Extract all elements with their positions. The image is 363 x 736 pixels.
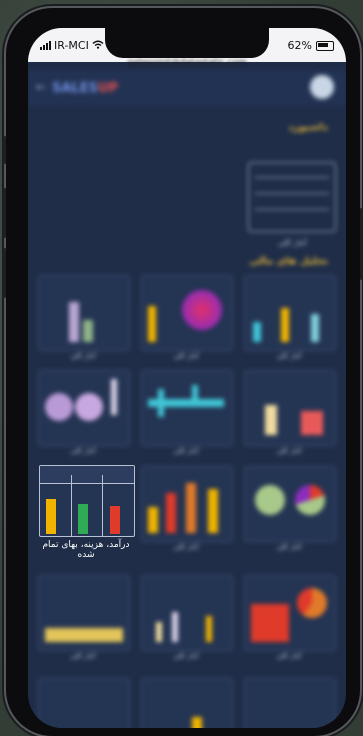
- battery-percent: 62%: [287, 39, 312, 52]
- chart-card[interactable]: [141, 466, 233, 542]
- featured-chart-card[interactable]: [39, 465, 135, 537]
- card-caption: آمار کلی: [276, 543, 302, 551]
- carrier-label: IR-MCI: [54, 39, 89, 52]
- phone-screen: IR-MCI 62% gatepoint@datastatic.com ← SA…: [28, 28, 346, 728]
- card-caption: آمار کلی: [70, 652, 96, 660]
- card-caption: آمار کلی: [173, 543, 199, 551]
- chart-card[interactable]: [141, 575, 233, 651]
- section-title-dashboard: داشبورد: [288, 122, 328, 133]
- battery-icon: [316, 40, 334, 51]
- section-title-financial: تحلیل های مالی: [249, 256, 328, 267]
- featured-bar-yellow: [46, 499, 56, 534]
- chart-card[interactable]: [244, 678, 336, 728]
- divider: [71, 475, 72, 536]
- chart-card[interactable]: [38, 370, 130, 446]
- card-caption: آمار کلی: [70, 352, 96, 360]
- featured-card-caption: درآمد، هزینه، بهای تمام شده: [42, 540, 130, 560]
- featured-bar-green: [78, 504, 88, 534]
- volume-down-button: [3, 248, 6, 298]
- chart-card[interactable]: [244, 370, 336, 446]
- wifi-icon: [92, 39, 104, 52]
- card-caption: آمار کلی: [276, 447, 302, 455]
- battery-group: 62%: [288, 39, 334, 52]
- chart-card[interactable]: [38, 575, 130, 651]
- card-caption: آمار کلی: [173, 447, 199, 455]
- chart-card[interactable]: [141, 275, 233, 351]
- chart-card[interactable]: [244, 575, 336, 651]
- dashboard-caption: آمار کلی: [278, 238, 307, 247]
- mute-switch: [3, 136, 6, 164]
- chart-card[interactable]: [244, 275, 336, 351]
- app-logo[interactable]: SALESUP: [52, 81, 118, 96]
- featured-bar-red: [110, 506, 120, 534]
- volume-up-button: [3, 188, 6, 238]
- url-text[interactable]: gatepoint@datastatic.com: [28, 58, 346, 68]
- notch: [105, 28, 269, 58]
- card-caption: آمار کلی: [173, 652, 199, 660]
- chart-card[interactable]: [141, 370, 233, 446]
- dashboard-widget[interactable]: [248, 162, 336, 232]
- carrier-group: IR-MCI: [40, 39, 104, 52]
- web-content: ← SALESUP داشبورد آمار کلی تحلیل های مال…: [28, 70, 346, 728]
- chart-card[interactable]: [141, 678, 233, 728]
- app-header: ← SALESUP: [28, 70, 346, 106]
- chart-card[interactable]: [38, 678, 130, 728]
- chart-card[interactable]: [38, 275, 130, 351]
- signal-icon: [40, 41, 51, 50]
- card-caption: آمار کلی: [70, 447, 96, 455]
- back-arrow-icon[interactable]: ←: [36, 80, 46, 94]
- card-caption: آمار کلی: [173, 352, 199, 360]
- phone-frame: IR-MCI 62% gatepoint@datastatic.com ← SA…: [3, 8, 363, 736]
- featured-card-subheader: [40, 475, 134, 484]
- card-caption: آمار کلی: [276, 352, 302, 360]
- divider: [102, 475, 103, 536]
- user-avatar-icon[interactable]: [310, 75, 334, 99]
- card-caption: آمار کلی: [276, 652, 302, 660]
- chart-card[interactable]: [244, 466, 336, 542]
